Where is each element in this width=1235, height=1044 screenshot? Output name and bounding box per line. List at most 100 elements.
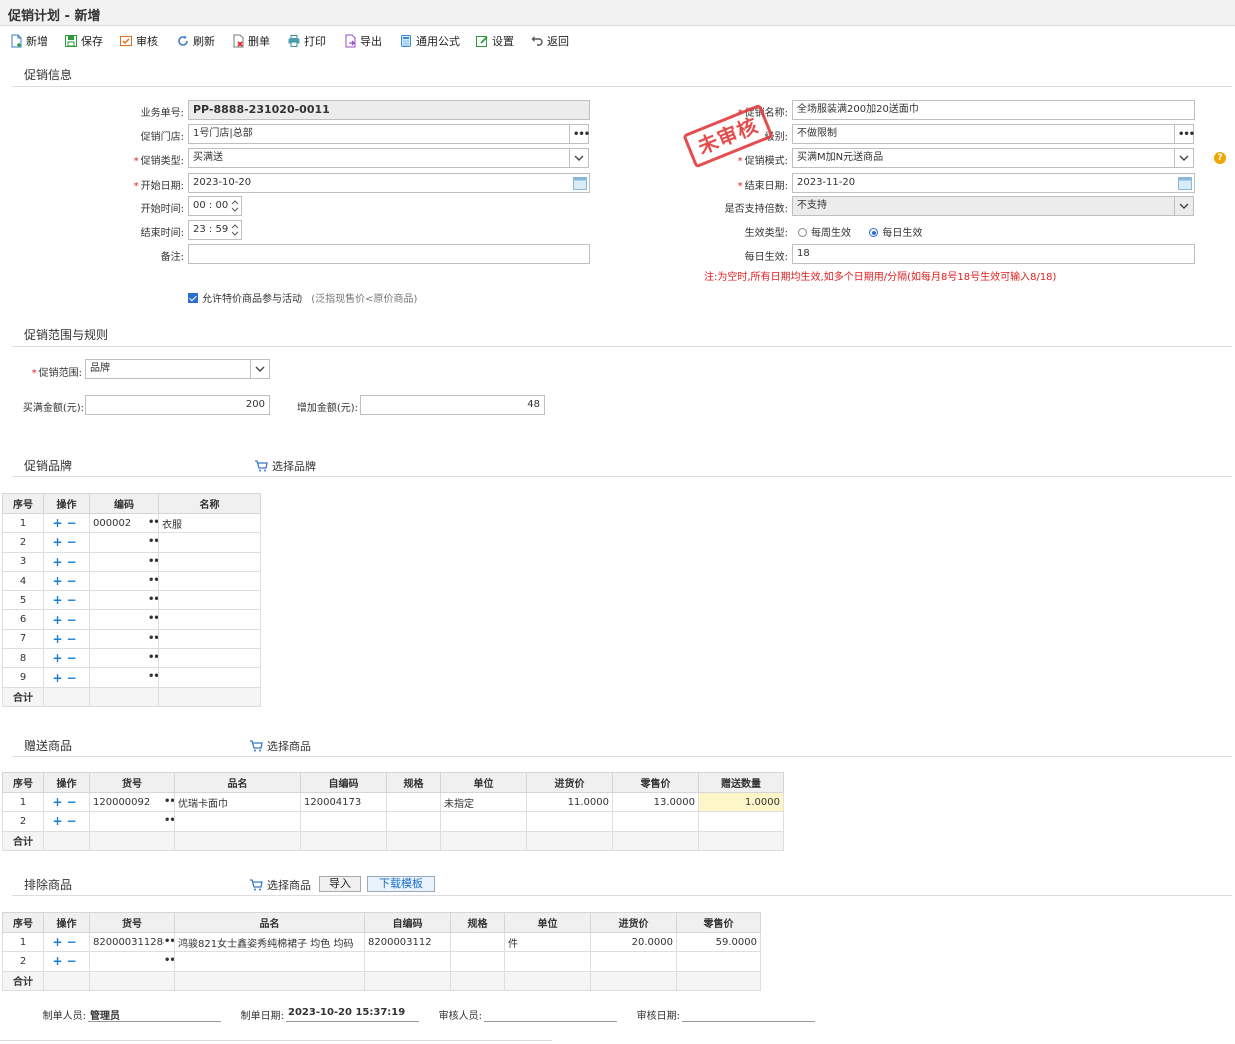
remove-row-icon[interactable]: − (67, 574, 81, 588)
remove-row-icon[interactable]: − (67, 935, 81, 949)
add-row-icon[interactable]: + (52, 593, 66, 607)
brand-code-cell[interactable]: ••• (89, 532, 159, 553)
print-button[interactable]: 打印 (287, 33, 326, 49)
end-date-field[interactable]: 2023-11-20 (792, 173, 1195, 193)
multiple-dropdown-button[interactable] (1174, 196, 1194, 216)
export-button[interactable]: 导出 (343, 33, 382, 49)
sku-cell[interactable]: ••• (89, 811, 175, 832)
add-row-icon[interactable]: + (52, 795, 66, 809)
ellipsis-icon[interactable]: ••• (148, 517, 158, 528)
brand-code-cell[interactable]: ••• (89, 590, 159, 611)
brand-code-cell[interactable]: ••• (89, 609, 159, 630)
remove-row-icon[interactable]: − (67, 954, 81, 968)
type-dropdown-button[interactable] (569, 148, 589, 168)
spinner-arrows-icon[interactable] (231, 198, 239, 214)
ellipsis-icon[interactable]: ••• (164, 936, 174, 947)
ellipsis-icon[interactable]: ••• (148, 633, 158, 644)
store-picker-button[interactable]: ••• (569, 124, 590, 144)
level-picker-button[interactable]: ••• (1174, 124, 1195, 144)
formula-button[interactable]: 通用公式 (399, 33, 460, 49)
delete-button[interactable]: 删单 (231, 33, 270, 49)
multiple-select[interactable]: 不支持 (792, 196, 1175, 216)
add-row-icon[interactable]: + (52, 535, 66, 549)
remove-row-icon[interactable]: − (67, 632, 81, 646)
ellipsis-icon[interactable]: ••• (164, 815, 174, 827)
level-field[interactable]: 不做限制 (792, 124, 1175, 144)
ellipsis-icon[interactable]: ••• (148, 671, 158, 682)
mode-dropdown-button[interactable] (1174, 148, 1194, 168)
remove-row-icon[interactable]: − (67, 795, 81, 809)
calendar-icon[interactable] (572, 175, 588, 191)
export-label: 导出 (360, 35, 382, 48)
add-row-icon[interactable]: + (52, 574, 66, 588)
remove-row-icon[interactable]: − (67, 593, 81, 607)
help-icon[interactable]: ? (1214, 152, 1226, 164)
new-button[interactable]: 新增 (9, 33, 48, 49)
store-field[interactable]: 1号门店|总部 (188, 124, 570, 144)
ellipsis-icon[interactable]: ••• (148, 556, 158, 567)
full-amount-field[interactable]: 200 (85, 395, 270, 415)
type-select[interactable]: 买满送 (188, 148, 570, 168)
select-exclude-product-link[interactable]: 选择商品 (249, 877, 311, 893)
calendar-icon[interactable] (1177, 175, 1193, 191)
start-date-field[interactable]: 2023-10-20 (188, 173, 590, 193)
effect-daily-radio[interactable] (869, 228, 879, 237)
daily-field[interactable]: 18 (792, 244, 1195, 264)
add-row-icon[interactable]: + (52, 632, 66, 646)
add-row-icon[interactable]: + (52, 671, 66, 685)
save-button[interactable]: 保存 (64, 33, 103, 49)
brand-code-cell[interactable]: 000002 ••• (89, 512, 159, 534)
mode-select[interactable]: 买满M加N元送商品 (792, 148, 1175, 168)
start-time-spinner[interactable]: 00 : 00 (188, 196, 242, 216)
add-row-icon[interactable]: + (52, 651, 66, 665)
select-brand-link[interactable]: 选择品牌 (254, 458, 316, 474)
remove-row-icon[interactable]: − (67, 516, 81, 530)
add-amount-field[interactable]: 48 (360, 395, 545, 415)
sku-cell[interactable]: ••• (89, 951, 175, 972)
end-time-spinner[interactable]: 23 : 59 (188, 220, 242, 240)
ellipsis-icon[interactable]: ••• (164, 796, 174, 807)
remove-row-icon[interactable]: − (67, 671, 81, 685)
ellipsis-icon[interactable]: ••• (148, 536, 158, 547)
add-row-icon[interactable]: + (52, 555, 66, 569)
back-button[interactable]: 返回 (530, 33, 569, 49)
remove-row-icon[interactable]: − (67, 535, 81, 549)
add-row-icon[interactable]: + (52, 516, 66, 530)
sku-cell[interactable]: 8200003112880••• (89, 931, 175, 953)
ellipsis-icon[interactable]: ••• (148, 575, 158, 586)
add-row-icon[interactable]: + (52, 814, 66, 828)
spinner-arrows-icon[interactable] (231, 222, 239, 238)
audit-button[interactable]: 审核 (119, 33, 158, 49)
brand-code-cell[interactable]: ••• (89, 628, 159, 650)
remove-row-icon[interactable]: − (67, 814, 81, 828)
add-row-icon[interactable]: + (52, 935, 66, 949)
scope-select[interactable]: 品牌 (85, 359, 251, 379)
qty-cell[interactable] (698, 811, 784, 832)
remove-row-icon[interactable]: − (67, 613, 81, 627)
ellipsis-icon[interactable]: ••• (148, 613, 158, 624)
unit-cell (440, 811, 527, 832)
refresh-button[interactable]: 刷新 (176, 33, 215, 49)
remove-row-icon[interactable]: − (67, 651, 81, 665)
allow-special-checkbox[interactable] (188, 293, 198, 303)
select-gift-product-link[interactable]: 选择商品 (249, 738, 311, 754)
settings-button[interactable]: 设置 (475, 33, 514, 49)
remark-field[interactable] (188, 244, 590, 264)
ellipsis-icon[interactable]: ••• (148, 652, 158, 663)
brand-code-cell[interactable]: ••• (89, 648, 159, 669)
add-row-icon[interactable]: + (52, 613, 66, 627)
effect-weekly-radio[interactable] (798, 228, 807, 237)
brand-code-cell[interactable]: ••• (89, 570, 159, 592)
remove-row-icon[interactable]: − (67, 555, 81, 569)
sku-cell[interactable]: 120000092 ••• (89, 791, 175, 813)
name-field[interactable]: 全场服装满200加20送面巾 (792, 100, 1195, 120)
brand-code-cell[interactable]: ••• (89, 551, 159, 572)
scope-dropdown-button[interactable] (250, 359, 270, 379)
download-template-button[interactable]: 下载模板 (367, 876, 435, 892)
add-row-icon[interactable]: + (52, 954, 66, 968)
ellipsis-icon[interactable]: ••• (164, 955, 174, 967)
import-button[interactable]: 导入 (319, 876, 361, 892)
qty-cell[interactable]: 1.0000 (698, 791, 784, 813)
brand-code-cell[interactable]: ••• (89, 667, 159, 688)
ellipsis-icon[interactable]: ••• (148, 594, 158, 605)
